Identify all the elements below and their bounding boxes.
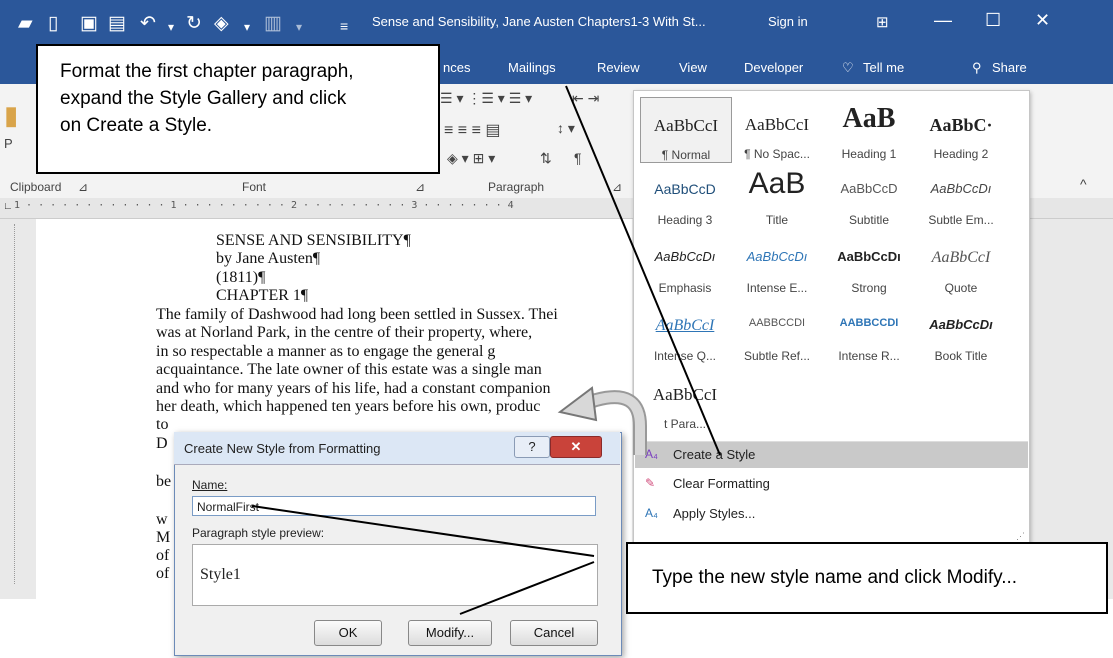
callout-leader-line — [459, 561, 595, 615]
instruction-callout-top: Format the first chapter paragraph, expa… — [36, 44, 440, 174]
callout-leader-line — [251, 505, 595, 557]
callout-line: Format the first chapter paragraph, — [60, 61, 354, 82]
instruction-callout-bottom: Type the new style name and click Modify… — [626, 542, 1108, 614]
arrow-head — [557, 386, 598, 422]
callout-line: Type the new style name and click Modify… — [652, 567, 1018, 588]
callout-line: on Create a Style. — [60, 115, 213, 136]
callout-line: expand the Style Gallery and click — [60, 88, 347, 109]
